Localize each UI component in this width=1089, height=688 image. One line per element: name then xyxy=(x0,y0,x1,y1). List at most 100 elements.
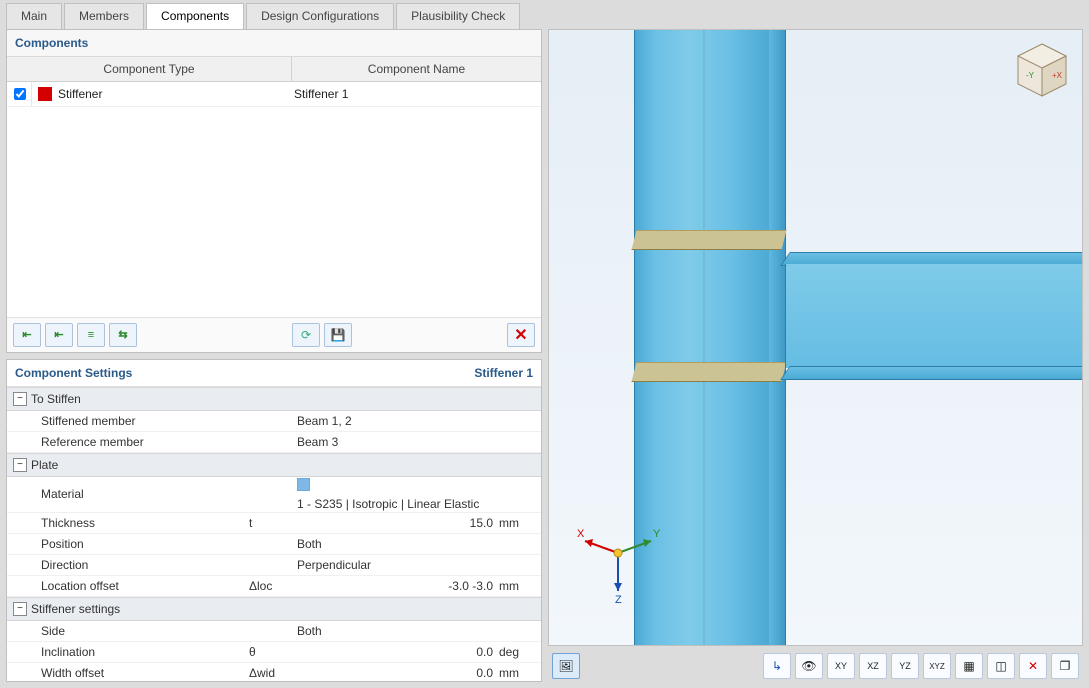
collapse-toggle[interactable]: − xyxy=(13,458,27,472)
property-row[interactable]: Material 1 - S235 | Isotropic | Linear El… xyxy=(7,477,541,513)
shift-left-icon[interactable]: ≡ xyxy=(77,323,105,347)
property-row[interactable]: Inclinationθ0.0deg xyxy=(7,642,541,663)
group-header[interactable]: −To Stiffen xyxy=(7,387,541,411)
save-icon[interactable]: 💾 xyxy=(324,323,352,347)
property-label: Thickness xyxy=(41,515,249,531)
delete-row-button[interactable]: ✕ xyxy=(507,323,535,347)
components-panel: Components Component Type Component Name… xyxy=(6,29,542,353)
xyz-plane-icon[interactable]: XYZ xyxy=(923,653,951,679)
copy-row-icon[interactable]: ⇤ xyxy=(45,323,73,347)
property-label: Inclination xyxy=(41,644,249,660)
settings-title: Component Settings xyxy=(15,366,132,380)
property-label: Reference member xyxy=(41,434,249,450)
property-label: Stiffened member xyxy=(41,413,249,429)
property-value[interactable]: Beam 3 xyxy=(297,435,499,449)
property-value[interactable]: Both xyxy=(297,624,499,638)
tab-main[interactable]: Main xyxy=(6,3,62,29)
color-swatch[interactable] xyxy=(38,87,52,101)
cell-component-name[interactable]: Stiffener 1 xyxy=(288,84,541,104)
property-value[interactable]: 15.0 xyxy=(297,516,499,530)
property-grid[interactable]: −To StiffenStiffened memberBeam 1, 2Refe… xyxy=(7,387,541,682)
property-value[interactable]: 1 - S235 | Isotropic | Linear Elastic xyxy=(297,478,499,511)
property-row[interactable]: Thicknesst15.0mm xyxy=(7,513,541,534)
property-label: Direction xyxy=(41,557,249,573)
property-value[interactable]: 0.0 xyxy=(297,645,499,659)
property-label: Width offset xyxy=(41,665,249,681)
property-symbol: Δloc xyxy=(249,579,297,593)
property-value[interactable]: Both xyxy=(297,537,499,551)
property-row[interactable]: Width offsetΔwid0.0mm xyxy=(7,663,541,682)
cell-component-type[interactable]: Stiffener xyxy=(58,84,288,104)
components-toolbar: ⇤ ⇤ ≡ ⇆ ⟳ 💾 ✕ xyxy=(7,317,541,352)
group-header[interactable]: −Stiffener settings xyxy=(7,597,541,621)
property-value[interactable]: -3.0 -3.0 xyxy=(297,579,499,593)
property-label: Side xyxy=(41,623,249,639)
flip-icon[interactable]: ▦ xyxy=(955,653,983,679)
group-label: Stiffener settings xyxy=(31,602,120,616)
axis-triad: X Y Z xyxy=(573,515,663,605)
property-label: Material xyxy=(41,486,249,502)
tab-design-config[interactable]: Design Configurations xyxy=(246,3,394,29)
row-enable-checkbox[interactable] xyxy=(14,88,26,100)
property-label: Position xyxy=(41,536,249,552)
tab-members[interactable]: Members xyxy=(64,3,144,29)
tab-components[interactable]: Components xyxy=(146,3,244,29)
property-value[interactable]: Beam 1, 2 xyxy=(297,414,499,428)
view-options-icon[interactable]: 👁 xyxy=(795,653,823,679)
axes-toggle-icon[interactable]: ↳ xyxy=(763,653,791,679)
property-symbol: t xyxy=(249,516,297,530)
collapse-toggle[interactable]: − xyxy=(13,392,27,406)
svg-text:+X: +X xyxy=(1052,71,1063,80)
collapse-toggle[interactable]: − xyxy=(13,602,27,616)
property-row[interactable]: Stiffened member Beam 1, 2 xyxy=(7,411,541,432)
property-unit: mm xyxy=(499,516,541,530)
property-unit: mm xyxy=(499,579,541,593)
property-symbol: θ xyxy=(249,645,297,659)
property-symbol: Δwid xyxy=(249,666,297,680)
svg-text:Z: Z xyxy=(615,594,622,605)
insert-row-icon[interactable]: ⇤ xyxy=(13,323,41,347)
group-header[interactable]: −Plate xyxy=(7,453,541,477)
section-icon[interactable]: ◫ xyxy=(987,653,1015,679)
components-column-headers: Component Type Component Name xyxy=(7,57,541,82)
property-row[interactable]: Side Both xyxy=(7,621,541,642)
components-rows[interactable]: Stiffener Stiffener 1 xyxy=(7,82,541,317)
col-component-type: Component Type xyxy=(7,57,292,81)
property-row[interactable]: Position Both xyxy=(7,534,541,555)
col-component-name: Component Name xyxy=(292,57,541,81)
yz-plane-icon[interactable]: YZ xyxy=(891,653,919,679)
property-unit: mm xyxy=(499,666,541,680)
apply-icon[interactable]: ⟳ xyxy=(292,323,320,347)
svg-text:-Y: -Y xyxy=(1026,71,1035,80)
property-row[interactable]: Location offsetΔloc-3.0 -3.0mm xyxy=(7,576,541,597)
settings-panel: Component Settings Stiffener 1 −To Stiff… xyxy=(6,359,542,683)
delete-view-icon[interactable]: ✕ xyxy=(1019,653,1047,679)
svg-text:X: X xyxy=(577,528,585,540)
display-mode-icon[interactable]: 🖼 xyxy=(552,653,580,679)
xy-plane-icon[interactable]: XY xyxy=(827,653,855,679)
navigation-cube[interactable]: +X -Y xyxy=(1014,42,1070,98)
xz-plane-icon[interactable]: XZ xyxy=(859,653,887,679)
shift-right-icon[interactable]: ⇆ xyxy=(109,323,137,347)
settings-object: Stiffener 1 xyxy=(474,366,533,380)
group-label: To Stiffen xyxy=(31,392,81,406)
property-row[interactable]: Reference member Beam 3 xyxy=(7,432,541,453)
property-unit: deg xyxy=(499,645,541,659)
viewport-toolbar: 🖼 ↳ 👁 XY XZ YZ XYZ ▦ ◫ ✕ ❐ xyxy=(548,650,1083,682)
property-value[interactable]: 0.0 xyxy=(297,666,499,680)
new-window-icon[interactable]: ❐ xyxy=(1051,653,1079,679)
components-title: Components xyxy=(7,30,541,57)
material-swatch xyxy=(297,478,310,491)
stiffener-plate-top xyxy=(632,230,787,250)
beam-member xyxy=(785,252,1083,380)
stiffener-plate-bottom xyxy=(632,362,787,382)
svg-text:Y: Y xyxy=(653,528,661,540)
property-label: Location offset xyxy=(41,578,249,594)
group-label: Plate xyxy=(31,458,58,472)
3d-viewport[interactable]: +X -Y X Y Z xyxy=(548,29,1083,646)
property-row[interactable]: Direction Perpendicular xyxy=(7,555,541,576)
main-tabs: Main Members Components Design Configura… xyxy=(0,0,1089,29)
table-row[interactable]: Stiffener Stiffener 1 xyxy=(7,82,541,107)
tab-plausibility[interactable]: Plausibility Check xyxy=(396,3,520,29)
property-value[interactable]: Perpendicular xyxy=(297,558,499,572)
